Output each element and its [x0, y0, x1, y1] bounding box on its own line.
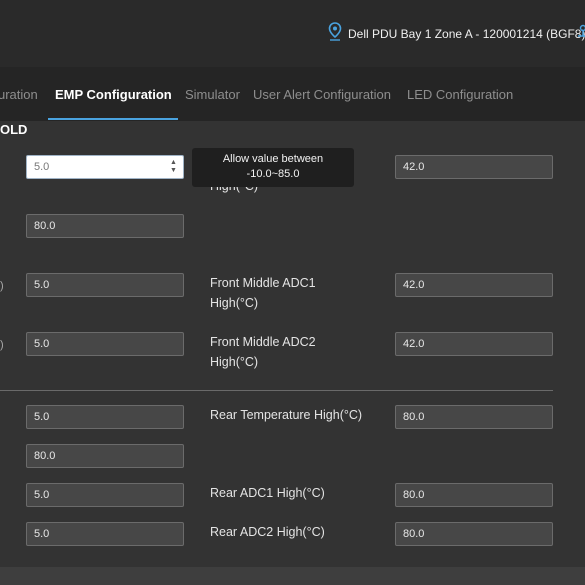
label-line-2: High(°C) [210, 296, 259, 310]
front-middle-adc1-input[interactable]: 42.0 [395, 273, 553, 297]
rear-adc1-label: Rear ADC1 High(°C) [210, 486, 325, 500]
location-pin-icon [328, 22, 342, 45]
label-line-1: Front Middle ADC1 [210, 276, 316, 290]
rear-temperature-input[interactable]: 80.0 [395, 405, 553, 429]
front-middle-temperature-input[interactable]: 42.0 [395, 155, 553, 179]
rear-adc2-input[interactable]: 80.0 [395, 522, 553, 546]
threshold-input-7[interactable]: 5.0 [26, 483, 184, 507]
section-divider [0, 390, 553, 391]
rear-adc2-label: Rear ADC2 High(°C) [210, 525, 325, 539]
row-marker: ) [0, 280, 4, 292]
front-middle-adc1-label: Front Middle ADC1 High(°C) [210, 273, 385, 313]
tab-simulator[interactable]: Simulator [185, 87, 240, 102]
front-middle-adc2-input[interactable]: 42.0 [395, 332, 553, 356]
threshold-input-4[interactable]: 5.0 [26, 332, 184, 356]
threshold-input-5[interactable]: 5.0 [26, 405, 184, 429]
tooltip-line-2: -10.0~85.0 [246, 168, 300, 180]
tooltip-line-1: Allow value between [222, 153, 324, 165]
row-marker: ) [0, 339, 4, 351]
tab-configuration[interactable]: uration [0, 87, 38, 102]
rear-adc1-input[interactable]: 80.0 [395, 483, 553, 507]
bottom-bar [0, 567, 585, 585]
range-tooltip: Allow value between -10.0~85.0 [192, 148, 354, 187]
tab-bar: uration EMP Configuration Simulator User… [0, 67, 585, 121]
threshold-input-1-value: 5.0 [34, 161, 50, 173]
label-line-1: Front Middle ADC2 [210, 335, 316, 349]
tab-led-configuration[interactable]: LED Configuration [407, 87, 513, 102]
rear-temperature-label: Rear Temperature High(°C) [210, 408, 363, 422]
front-middle-adc2-label: Front Middle ADC2 High(°C) [210, 332, 385, 372]
network-icon[interactable] [577, 24, 585, 45]
threshold-input-8[interactable]: 5.0 [26, 522, 184, 546]
threshold-input-3[interactable]: 5.0 [26, 273, 184, 297]
tab-user-alert-configuration[interactable]: User Alert Configuration [253, 87, 391, 102]
threshold-input-1[interactable]: 5.0 ▲ ▼ [26, 155, 184, 179]
active-tab-indicator [48, 118, 178, 120]
threshold-input-2[interactable]: 80.0 [26, 214, 184, 238]
tab-emp-configuration[interactable]: EMP Configuration [55, 87, 172, 102]
stepper-icon[interactable]: ▲ ▼ [169, 159, 178, 175]
top-bar: Dell PDU Bay 1 Zone A - 120001214 (BGF8) [0, 0, 585, 67]
threshold-input-6[interactable]: 80.0 [26, 444, 184, 468]
label-line-2: High(°C) [210, 355, 259, 369]
device-name: Dell PDU Bay 1 Zone A - 120001214 (BGF8) [348, 26, 585, 41]
section-title: OLD [0, 122, 28, 137]
device-selector[interactable]: Dell PDU Bay 1 Zone A - 120001214 (BGF8) [328, 22, 585, 45]
